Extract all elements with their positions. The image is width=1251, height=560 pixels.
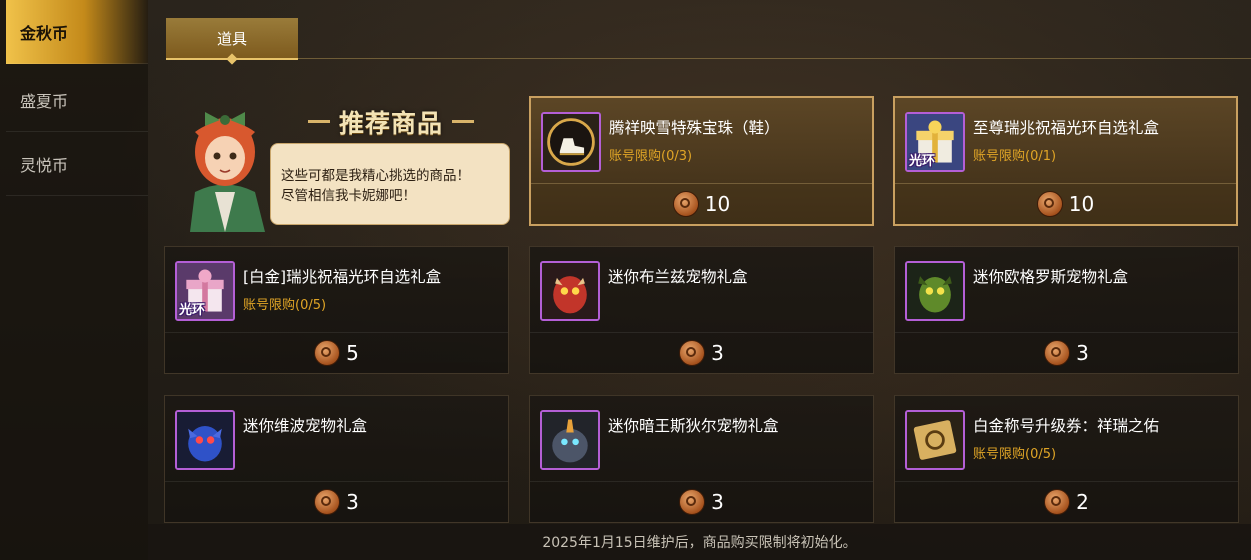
product-name: 迷你布兰兹宠物礼盒	[608, 268, 748, 286]
price-value: 3	[711, 341, 724, 365]
halo-badge: 光环	[909, 154, 936, 169]
dark-king-pet-icon	[540, 410, 600, 470]
sidebar-item-label: 金秋币	[20, 23, 69, 43]
sidebar-item-lingyue[interactable]: 灵悦币	[6, 132, 148, 196]
sidebar-item-shengxia[interactable]: 盛夏币	[6, 68, 148, 132]
price-row: 3	[895, 332, 1238, 373]
price-row: 3	[165, 481, 508, 522]
price-row: 10	[531, 183, 872, 224]
price-value: 10	[1068, 192, 1095, 216]
blue-beast-pet-icon	[175, 410, 235, 470]
maintenance-notice: 2025年1月15日维护后，商品购买限制将初始化。	[148, 524, 1251, 560]
price-row: 5	[165, 332, 508, 373]
product-card[interactable]: 迷你维波宠物礼盒 3	[164, 395, 509, 523]
bubble-line: 尽管相信我卡妮娜吧！	[281, 188, 416, 204]
purchase-limit: 账号限购(0/5)	[243, 298, 327, 313]
coin-icon	[1044, 340, 1071, 366]
featured-title: 推荐商品	[338, 109, 443, 138]
orb-shoe-icon	[541, 112, 601, 172]
coin-icon	[672, 191, 699, 217]
price-row: 2	[895, 481, 1238, 522]
purchase-limit: 账号限购(0/1)	[973, 149, 1057, 164]
coin-icon	[314, 340, 341, 366]
product-name: 迷你维波宠物礼盒	[243, 417, 368, 435]
sidebar-item-label: 盛夏币	[20, 91, 69, 111]
gold-gift-box-icon: 光环	[905, 112, 965, 172]
product-card[interactable]: 白金称号升级券：祥瑞之佑 账号限购(0/5) 2	[894, 395, 1239, 523]
product-card[interactable]: 光环 [白金]瑞兆祝福光环自选礼盒 账号限购(0/5) 5	[164, 246, 509, 374]
red-dragon-pet-icon	[540, 261, 600, 321]
product-card[interactable]: 光环 至尊瑞兆祝福光环自选礼盒 账号限购(0/1) 10	[893, 96, 1238, 226]
sidebar-item-jinqiu[interactable]: 金秋币	[6, 0, 148, 64]
tab-divider	[166, 58, 1251, 59]
coin-icon	[1036, 191, 1063, 217]
product-name: 腾祥映雪特殊宝珠（鞋）	[609, 119, 780, 137]
product-name: 白金称号升级券：祥瑞之佑	[973, 417, 1160, 435]
currency-sidebar: 金秋币 盛夏币 灵悦币	[0, 0, 148, 560]
title-right-ornament	[452, 120, 474, 123]
tab-label: 道具	[216, 29, 247, 48]
product-name: [白金]瑞兆祝福光环自选礼盒	[243, 268, 442, 286]
product-name: 至尊瑞兆祝福光环自选礼盒	[973, 119, 1160, 137]
price-value: 3	[346, 490, 359, 514]
coin-icon	[679, 340, 706, 366]
price-row: 10	[895, 183, 1236, 224]
sidebar-item-label: 灵悦币	[20, 155, 69, 175]
product-card[interactable]: 迷你布兰兹宠物礼盒 3	[529, 246, 874, 374]
price-row: 3	[530, 332, 873, 373]
product-card[interactable]: 迷你欧格罗斯宠物礼盒 3	[894, 246, 1239, 374]
product-name: 迷你暗王斯狄尔宠物礼盒	[608, 417, 779, 435]
price-value: 3	[711, 490, 724, 514]
coin-icon	[679, 489, 706, 515]
product-card[interactable]: 迷你暗王斯狄尔宠物礼盒 3	[529, 395, 874, 523]
green-dragon-pet-icon	[905, 261, 965, 321]
title-ticket-icon	[905, 410, 965, 470]
pink-gift-box-icon: 光环	[175, 261, 235, 321]
speech-bubble: 这些可都是我精心挑选的商品！ 尽管相信我卡妮娜吧！	[270, 143, 510, 225]
price-value: 5	[346, 341, 359, 365]
price-value: 3	[1076, 341, 1089, 365]
purchase-limit: 账号限购(0/5)	[973, 447, 1057, 462]
coin-icon	[1044, 489, 1071, 515]
purchase-limit: 账号限购(0/3)	[609, 149, 693, 164]
price-row: 3	[530, 481, 873, 522]
halo-badge: 光环	[179, 303, 206, 318]
shopkeeper-character	[190, 112, 265, 232]
product-name: 迷你欧格罗斯宠物礼盒	[973, 268, 1129, 286]
price-value: 10	[704, 192, 731, 216]
bubble-line: 这些可都是我精心挑选的商品！	[281, 168, 470, 184]
product-card[interactable]: 腾祥映雪特殊宝珠（鞋） 账号限购(0/3) 10	[529, 96, 874, 226]
notice-text: 2025年1月15日维护后，商品购买限制将初始化。	[542, 535, 857, 551]
coin-icon	[314, 489, 341, 515]
price-value: 2	[1076, 490, 1089, 514]
